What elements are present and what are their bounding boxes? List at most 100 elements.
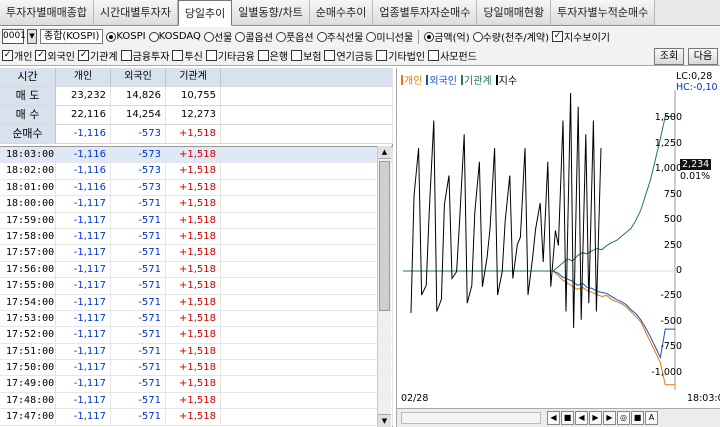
filter-9[interactable]: 기타법인: [376, 48, 425, 63]
tab-1[interactable]: 시간대별투자자: [93, 0, 178, 25]
chart-control-icon[interactable]: ◀: [547, 411, 560, 425]
filter-1[interactable]: 외국인: [35, 48, 75, 63]
filter-checkbox[interactable]: [120, 50, 132, 61]
table-row[interactable]: 17:58:00 -1,117 -571 +1,518: [0, 228, 393, 246]
radio-button[interactable]: [424, 31, 435, 42]
tab-2[interactable]: 당일추이: [177, 0, 233, 26]
chart-control-icon[interactable]: ■: [561, 411, 574, 425]
filter-checkbox[interactable]: [2, 50, 13, 61]
filter-4[interactable]: 투신: [172, 48, 203, 63]
filter-checkbox[interactable]: [428, 50, 440, 61]
radio-label: 미니선물: [376, 33, 414, 44]
radio-button[interactable]: [472, 31, 483, 42]
filter-3[interactable]: 금융투자: [120, 48, 169, 63]
table-row[interactable]: 17:54:00 -1,117 -571 +1,518: [0, 294, 393, 311]
radio-button[interactable]: [275, 31, 286, 42]
index-view-toggle[interactable]: 지수보이기: [551, 29, 610, 44]
table-row[interactable]: 17:47:00 -1,117 -571 +1,518: [0, 409, 393, 426]
filter-6[interactable]: 은행: [257, 48, 288, 63]
table-row[interactable]: 17:53:00 -1,117 -571 +1,518: [0, 310, 393, 328]
filter-0[interactable]: 개인: [2, 48, 32, 63]
market-radio-6[interactable]: 미니선물: [366, 29, 413, 44]
filter-checkbox[interactable]: [291, 50, 303, 61]
row-individual: -1,117: [56, 392, 111, 409]
market-radio-4[interactable]: 풋옵션: [275, 29, 314, 44]
tab-0[interactable]: 투자자별매매종합: [0, 0, 94, 25]
y-tick-label: 1,250: [654, 137, 682, 149]
filter-checkbox[interactable]: [257, 50, 269, 61]
radio-button[interactable]: [203, 31, 214, 42]
unit-radio-1[interactable]: 수량(천주/계약): [472, 29, 549, 44]
time-series-list[interactable]: 18:03:00 -1,116 -573 +1,518 18:02:00 -1,116 -5…: [0, 146, 393, 427]
table-row[interactable]: 17:55:00 -1,117 -571 +1,518: [0, 278, 393, 295]
market-radio-3[interactable]: 콜옵션: [235, 29, 273, 44]
filter-2[interactable]: 기관계: [78, 48, 118, 63]
tab-7[interactable]: 투자자별누적순매수: [551, 0, 656, 25]
tab-6[interactable]: 당일매매현황: [477, 0, 552, 25]
table-row[interactable]: 17:48:00 -1,117 -571 +1,518: [0, 392, 393, 410]
scroll-up-icon[interactable]: ▲: [378, 146, 391, 159]
table-row[interactable]: 18:00:00 -1,117 -571 +1,518: [0, 196, 393, 213]
trend-chart[interactable]: 개인 외국인 기관계 지수 LC:0,28 HC:-0,10 1,500 1,250 1,…: [396, 68, 720, 427]
filter-checkbox[interactable]: [324, 50, 336, 61]
filter-checkbox[interactable]: [78, 50, 90, 61]
table-row[interactable]: 17:49:00 -1,117 -571 +1,518: [0, 376, 393, 393]
radio-button[interactable]: [106, 31, 117, 42]
tab-3[interactable]: 일별동향/차트: [232, 0, 310, 25]
summary-filler: [221, 125, 393, 143]
scroll-thumb[interactable]: [379, 161, 390, 311]
search-button[interactable]: 조회: [654, 48, 684, 65]
summary-row: 매 수 22,116 14,254 12,273: [0, 106, 393, 125]
table-row[interactable]: 17:52:00 -1,117 -571 +1,518: [0, 327, 393, 344]
summary-table: 시간 개인 외국인 기관계 매 도 23,232 14,826 10,755 매 수 22…: [0, 68, 393, 144]
code-input[interactable]: 0001: [2, 29, 26, 44]
chart-control-icon[interactable]: ◎: [617, 411, 630, 425]
tab-5[interactable]: 업종별투자자순매수: [373, 0, 478, 25]
table-row[interactable]: 17:51:00 -1,117 -571 +1,518: [0, 343, 393, 361]
table-row[interactable]: 18:03:00 -1,116 -573 +1,518: [0, 147, 393, 164]
filter-checkbox[interactable]: [205, 50, 217, 61]
filter-checkbox[interactable]: [35, 50, 47, 61]
scroll-down-icon[interactable]: ▼: [378, 414, 391, 427]
market-radio-1[interactable]: KOSDAQ: [148, 31, 201, 42]
header-time: 시간: [0, 68, 56, 86]
row-filler: [221, 212, 393, 228]
tab-4[interactable]: 순매수추이: [309, 0, 374, 25]
code-dropdown-icon[interactable]: ▼: [27, 29, 37, 44]
summary-row: 매 도 23,232 14,826 10,755: [0, 87, 393, 106]
row-filler: [221, 179, 393, 196]
row-time: 17:54:00: [0, 294, 56, 310]
index-view-checkbox[interactable]: [551, 31, 563, 42]
radio-button[interactable]: [148, 31, 159, 42]
radio-button[interactable]: [235, 31, 246, 42]
row-foreign: -571: [111, 310, 166, 327]
table-row[interactable]: 17:59:00 -1,117 -571 +1,518: [0, 212, 393, 229]
row-foreign: -573: [111, 147, 166, 163]
chart-control-icon[interactable]: ▶: [589, 411, 602, 425]
filter-8[interactable]: 연기금등: [324, 48, 373, 63]
filter-7[interactable]: 보험: [291, 48, 321, 63]
table-row[interactable]: 17:50:00 -1,117 -571 +1,518: [0, 360, 393, 377]
next-button[interactable]: 다음: [688, 48, 718, 65]
table-row[interactable]: 18:01:00 -1,116 -573 +1,518: [0, 179, 393, 197]
table-row[interactable]: 17:56:00 -1,117 -571 +1,518: [0, 261, 393, 279]
filter-checkbox[interactable]: [172, 50, 184, 61]
chart-control-icon[interactable]: ■: [631, 411, 644, 425]
chart-control-icon[interactable]: ▶: [603, 411, 616, 425]
y-tick-label: 1,500: [654, 112, 682, 124]
radio-button[interactable]: [366, 31, 377, 42]
market-radio-0[interactable]: KOSPI: [106, 31, 146, 42]
radio-button[interactable]: [316, 31, 327, 42]
market-radio-5[interactable]: 주식선물: [316, 29, 363, 44]
chart-control-icon[interactable]: A: [645, 411, 658, 425]
filter-5[interactable]: 기타금융: [205, 48, 255, 63]
table-row[interactable]: 17:57:00 -1,117 -571 +1,518: [0, 245, 393, 262]
chart-horizontal-scrollbar[interactable]: [401, 412, 541, 424]
table-row[interactable]: 18:02:00 -1,116 -573 +1,518: [0, 163, 393, 180]
filter-checkbox[interactable]: [376, 50, 388, 61]
filter-10[interactable]: 사모펀드: [428, 48, 477, 63]
market-radio-2[interactable]: 선물: [203, 29, 232, 44]
unit-radio-0[interactable]: 금액(억): [424, 29, 470, 44]
table-scrollbar[interactable]: ▲ ▼: [377, 146, 391, 427]
chart-control-icon[interactable]: ◀: [575, 411, 588, 425]
